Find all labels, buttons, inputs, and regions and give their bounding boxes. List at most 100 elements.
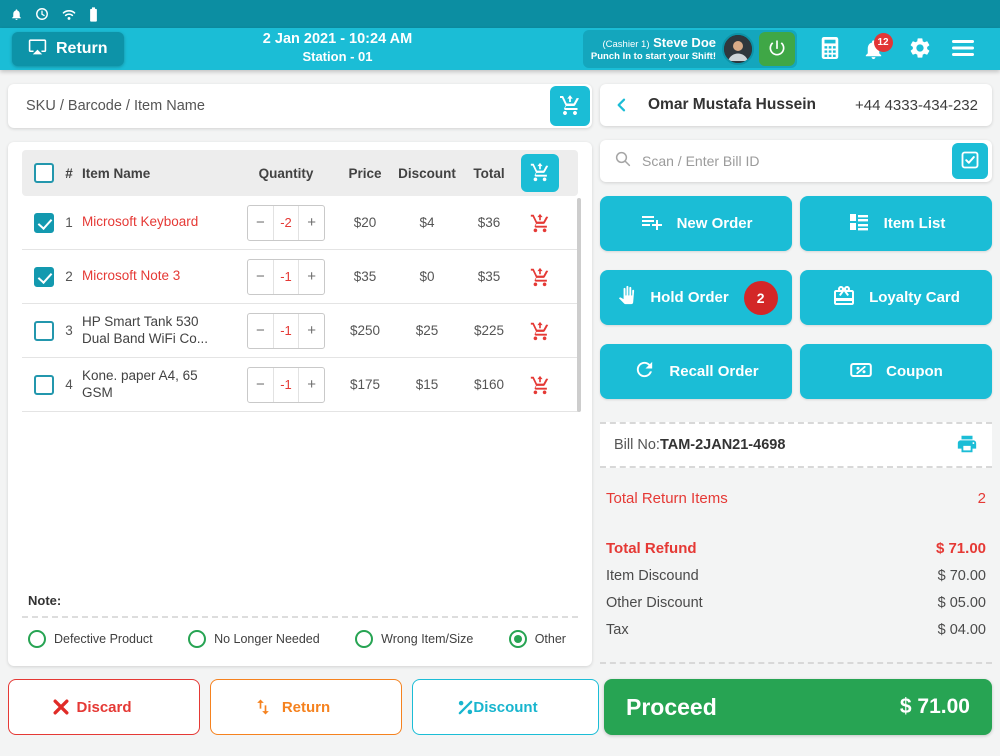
action-label: Coupon	[886, 363, 943, 380]
settings-button[interactable]	[905, 34, 935, 64]
remove-from-return-button[interactable]	[518, 374, 562, 396]
row-index: 4	[56, 377, 82, 392]
quantity-stepper: − -1 +	[247, 313, 325, 349]
refresh-icon	[633, 358, 656, 385]
menu-button[interactable]	[948, 34, 978, 64]
punch-in-power-button[interactable]	[759, 32, 795, 66]
hold-order-button[interactable]: Hold Order 2	[600, 270, 792, 325]
sku-search-card	[8, 84, 592, 128]
quantity-stepper: − -1 +	[247, 367, 325, 403]
return-mode-label: Return	[56, 40, 108, 58]
proceed-label: Proceed	[626, 694, 717, 721]
note-section: Note: Defective Product No Longer Needed…	[22, 593, 578, 660]
notification-count-badge: 12	[874, 33, 893, 52]
cashier-name: Steve Doe	[653, 35, 716, 50]
airplay-screen-icon	[28, 37, 47, 61]
quantity-value: -1	[273, 368, 300, 402]
add-return-item-button[interactable]	[550, 86, 590, 126]
remove-from-return-button[interactable]	[518, 212, 562, 234]
radio-label: No Longer Needed	[214, 632, 320, 646]
quantity-value: -2	[273, 206, 300, 240]
summary-value: 2	[978, 490, 986, 507]
row-checkbox[interactable]	[34, 321, 54, 341]
search-icon	[614, 150, 632, 173]
decrement-button[interactable]: −	[248, 314, 273, 348]
return-button[interactable]: Return	[210, 679, 402, 735]
notifications-button[interactable]: 12	[858, 34, 888, 64]
calculator-button[interactable]	[815, 34, 845, 64]
battery-status-icon	[89, 7, 98, 22]
hand-icon	[614, 284, 637, 311]
coupon-button[interactable]: Coupon	[800, 344, 992, 399]
select-all-checkbox[interactable]	[34, 163, 54, 183]
return-mode-button[interactable]: Return	[12, 32, 124, 66]
header-cart-button[interactable]	[521, 154, 559, 192]
customer-card: Omar Mustafa Hussein +44 4333-434-232	[600, 84, 992, 126]
discount-label: Discount	[473, 699, 537, 716]
bill-no-label: Bill No:	[614, 437, 660, 453]
quantity-value: -1	[273, 314, 300, 348]
summary-label: Item Discound	[606, 568, 699, 584]
return-items-card: # Item Name Quantity Price Discount Tota…	[8, 142, 592, 666]
remove-from-return-button[interactable]	[518, 320, 562, 342]
list-icon	[847, 210, 871, 238]
item-name: HP Smart Tank 530 Dual Band WiFi Co...	[82, 314, 236, 348]
row-checkbox[interactable]	[34, 213, 54, 233]
decrement-button[interactable]: −	[248, 368, 273, 402]
radio-no-longer-needed[interactable]: No Longer Needed	[188, 630, 320, 648]
gear-icon	[908, 36, 932, 63]
item-discount: $25	[394, 323, 460, 338]
recall-order-button[interactable]: Recall Order	[600, 344, 792, 399]
row-checkbox[interactable]	[34, 267, 54, 287]
item-total: $35	[460, 269, 518, 284]
table-row: 1 Microsoft Keyboard − -2 + $20 $4 $36	[22, 196, 578, 250]
new-order-button[interactable]: New Order	[600, 196, 792, 251]
item-name: Microsoft Keyboard	[82, 214, 236, 231]
check-square-icon	[960, 150, 980, 173]
gift-card-icon	[832, 284, 856, 312]
items-table: # Item Name Quantity Price Discount Tota…	[22, 150, 578, 412]
item-total: $36	[460, 215, 518, 230]
item-list-button[interactable]: Item List	[800, 196, 992, 251]
item-name: Kone. paper A4, 65 GSM	[82, 368, 236, 402]
item-discount-row: Item Discound $ 70.00	[606, 568, 986, 584]
return-label: Return	[282, 699, 330, 716]
action-label: Recall Order	[669, 363, 758, 380]
coupon-icon	[849, 358, 873, 386]
cart-return-icon	[558, 93, 582, 120]
radio-icon	[28, 630, 46, 648]
bill-id-input[interactable]	[632, 153, 952, 169]
item-discount: $0	[394, 269, 460, 284]
table-row: 4 Kone. paper A4, 65 GSM − -1 + $175 $15…	[22, 358, 578, 412]
sku-search-input[interactable]	[8, 98, 550, 114]
discard-button[interactable]: Discard	[8, 679, 200, 735]
increment-button[interactable]: +	[299, 206, 324, 240]
radio-other[interactable]: Other	[509, 630, 566, 648]
decrement-button[interactable]: −	[248, 260, 273, 294]
wifi-status-icon	[61, 8, 77, 21]
table-scrollbar[interactable]	[577, 198, 581, 412]
confirm-bill-button[interactable]	[952, 143, 988, 179]
radio-icon	[355, 630, 373, 648]
row-checkbox[interactable]	[34, 375, 54, 395]
increment-button[interactable]: +	[299, 314, 324, 348]
radio-defective-product[interactable]: Defective Product	[28, 630, 153, 648]
summary-label: Total Return Items	[606, 490, 728, 507]
increment-button[interactable]: +	[299, 260, 324, 294]
back-chevron-icon[interactable]	[614, 97, 630, 113]
increment-button[interactable]: +	[299, 368, 324, 402]
remove-from-return-button[interactable]	[518, 266, 562, 288]
customer-phone: +44 4333-434-232	[855, 97, 978, 114]
loyalty-card-button[interactable]: Loyalty Card	[800, 270, 992, 325]
other-discount-row: Other Discount $ 05.00	[606, 595, 986, 611]
proceed-button[interactable]: Proceed $ 71.00	[604, 679, 992, 735]
table-header-row: # Item Name Quantity Price Discount Tota…	[22, 150, 578, 196]
table-row: 3 HP Smart Tank 530 Dual Band WiFi Co...…	[22, 304, 578, 358]
radio-label: Other	[535, 632, 566, 646]
discount-button[interactable]: Discount	[412, 679, 599, 735]
print-button[interactable]	[956, 433, 978, 458]
decrement-button[interactable]: −	[248, 206, 273, 240]
col-quantity: Quantity	[236, 166, 336, 181]
radio-wrong-item-size[interactable]: Wrong Item/Size	[355, 630, 473, 648]
cashier-chip[interactable]: (Cashier 1) Steve Doe Punch In to start …	[583, 30, 797, 68]
